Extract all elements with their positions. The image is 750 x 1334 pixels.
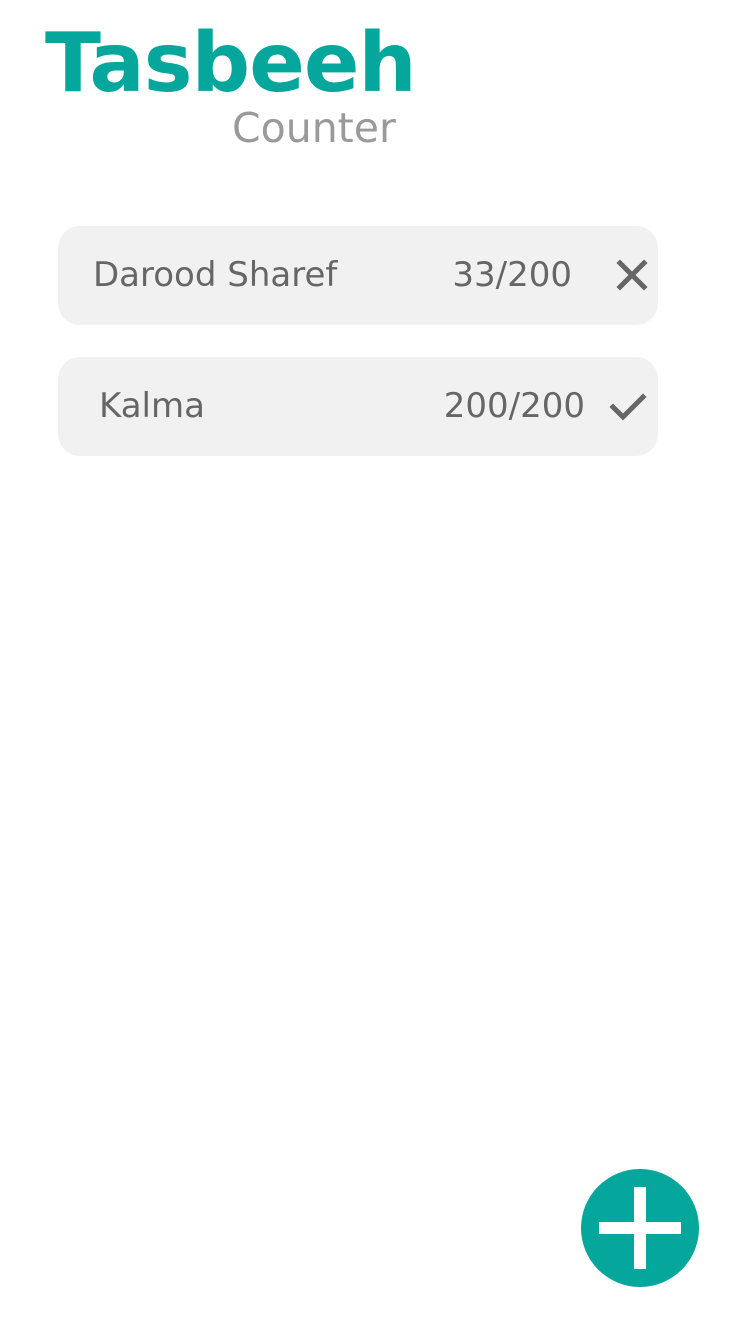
- add-counter-button[interactable]: [581, 1169, 699, 1287]
- counter-item-count: 200/200: [443, 386, 585, 426]
- close-icon[interactable]: [612, 255, 652, 295]
- counter-list: Darood Sharef 33/200 Kalma 200/200: [58, 226, 658, 488]
- counter-item-name: Kalma: [99, 386, 205, 426]
- app-subtitle: Counter: [232, 104, 396, 152]
- counter-item-kalma[interactable]: Kalma 200/200: [58, 357, 658, 456]
- plus-icon: [599, 1187, 681, 1269]
- counter-item-count: 33/200: [452, 255, 572, 295]
- app-title: Tasbeeh: [45, 16, 417, 111]
- app-header: Tasbeeh Counter: [45, 16, 425, 156]
- counter-item-name: Darood Sharef: [93, 255, 338, 295]
- check-icon[interactable]: [608, 386, 648, 426]
- counter-item-darood-sharef[interactable]: Darood Sharef 33/200: [58, 226, 658, 325]
